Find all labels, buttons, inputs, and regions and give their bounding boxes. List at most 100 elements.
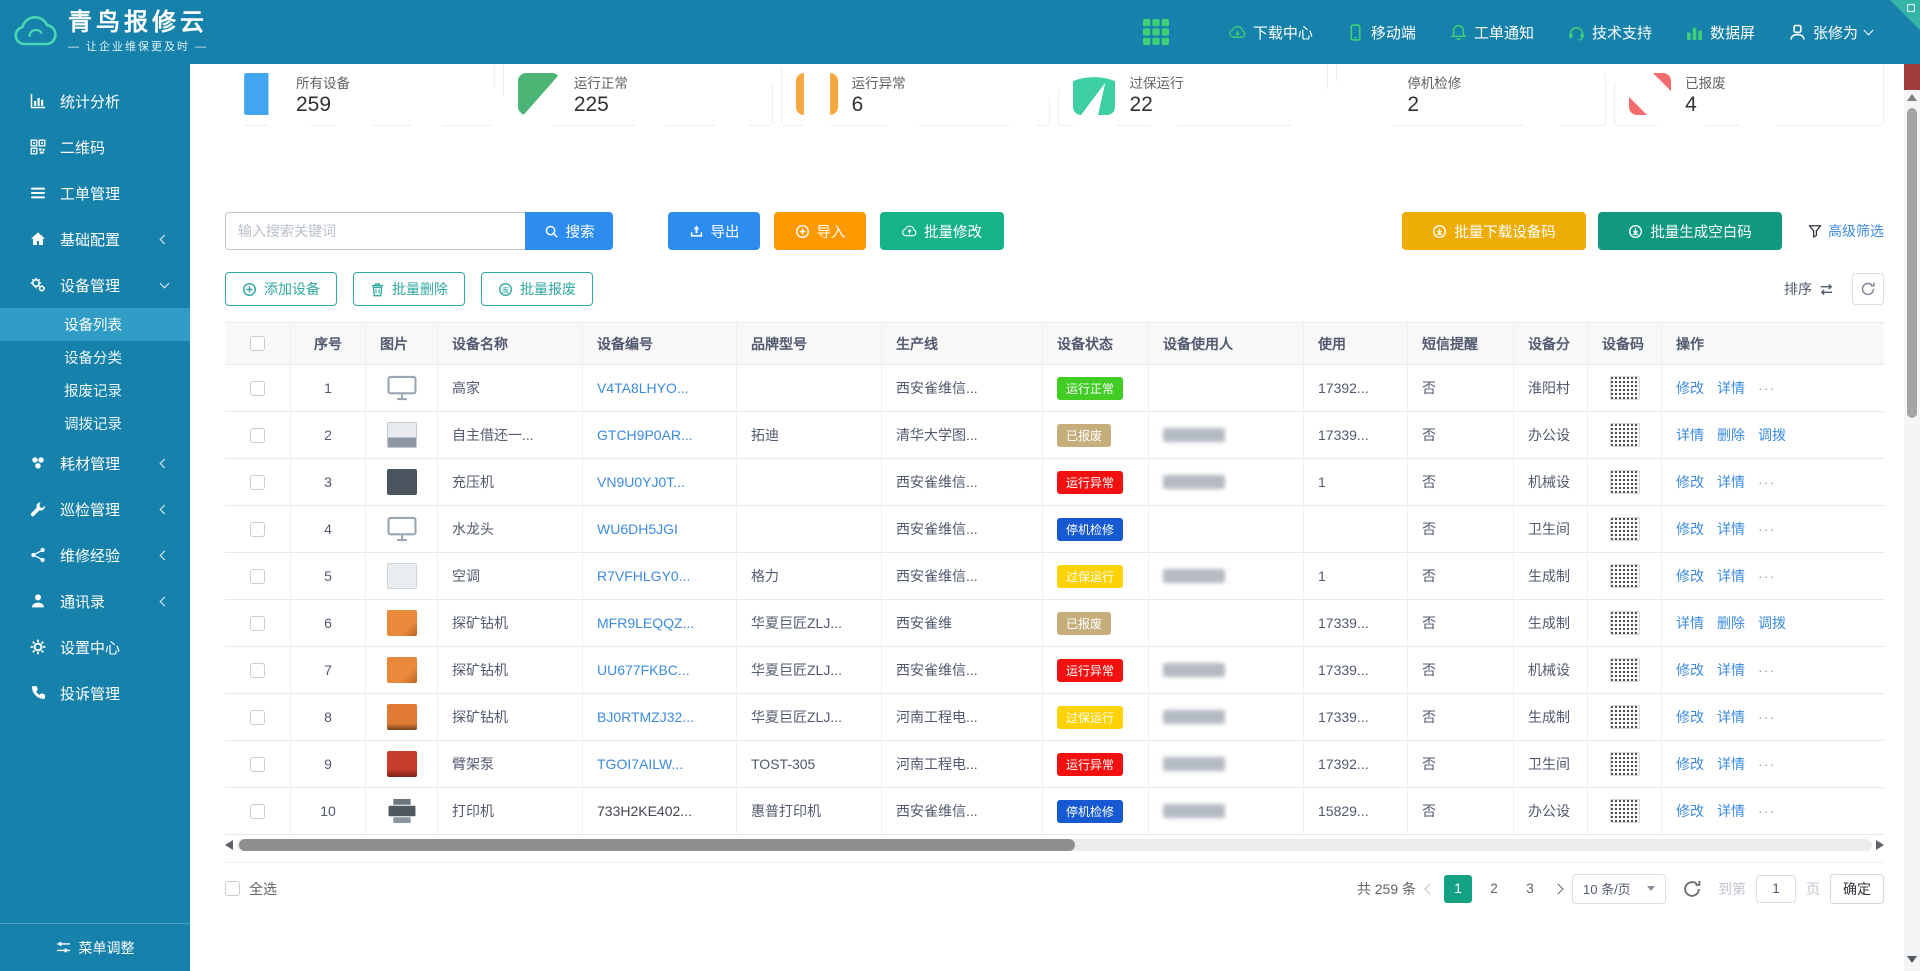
row-checkbox[interactable]	[250, 663, 265, 678]
table-refresh-button[interactable]	[1852, 273, 1884, 305]
action-link[interactable]: 修改	[1676, 660, 1704, 680]
action-link[interactable]: 详情	[1717, 472, 1745, 492]
search-input[interactable]	[225, 212, 525, 250]
device-qr-thumbnail[interactable]	[1610, 423, 1640, 447]
sidebar-subitem-0[interactable]: 设备列表	[0, 308, 190, 341]
device-qr-thumbnail[interactable]	[1610, 752, 1640, 776]
action-link[interactable]: 修改	[1676, 566, 1704, 586]
pager-refresh-icon[interactable]	[1682, 879, 1702, 899]
nav-item-3[interactable]: 技术支持	[1568, 22, 1652, 43]
device-qr-thumbnail[interactable]	[1610, 376, 1640, 400]
row-checkbox[interactable]	[250, 757, 265, 772]
sidebar-item-2[interactable]: 工单管理	[0, 170, 190, 216]
nav-item-0[interactable]: 下载中心	[1229, 22, 1313, 43]
sidebar-item-5[interactable]: 耗材管理	[0, 440, 190, 486]
device-qr-thumbnail[interactable]	[1610, 799, 1640, 823]
row-checkbox[interactable]	[250, 710, 265, 725]
advanced-filter-link[interactable]: 高级筛选	[1808, 221, 1884, 241]
device-code-link[interactable]: VN9U0YJ0T...	[597, 474, 685, 490]
stat-card-5[interactable]: 已报废4	[1614, 62, 1884, 126]
header-checkbox[interactable]	[250, 336, 265, 351]
action-link[interactable]: 调拨	[1758, 613, 1786, 633]
import-button[interactable]: 导入	[774, 212, 866, 250]
export-button[interactable]: 导出	[668, 212, 760, 250]
floating-side-widget[interactable]	[1904, 64, 1920, 90]
row-checkbox[interactable]	[250, 428, 265, 443]
action-link[interactable]: 详情	[1717, 660, 1745, 680]
sidebar-subitem-1[interactable]: 设备分类	[0, 341, 190, 374]
nav-item-5[interactable]: 张修为	[1789, 22, 1872, 43]
more-actions-link[interactable]: ···	[1758, 380, 1775, 396]
more-actions-link[interactable]: ···	[1758, 568, 1775, 584]
device-code-link[interactable]: R7VFHLGY0...	[597, 568, 690, 584]
search-button[interactable]: 搜索	[525, 212, 613, 250]
action-link[interactable]: 删除	[1717, 425, 1745, 445]
action-link[interactable]: 修改	[1676, 378, 1704, 398]
hscroll-right-arrow[interactable]	[1876, 840, 1884, 850]
sidebar-subitem-2[interactable]: 报废记录	[0, 374, 190, 407]
row-checkbox[interactable]	[250, 569, 265, 584]
action-link[interactable]: 详情	[1717, 707, 1745, 727]
sort-control[interactable]: 排序	[1784, 279, 1834, 299]
sidebar-item-6[interactable]: 巡检管理	[0, 486, 190, 532]
action-link[interactable]: 修改	[1676, 801, 1704, 821]
device-code-link[interactable]: WU6DH5JGI	[597, 521, 678, 537]
sidebar-item-10[interactable]: 投诉管理	[0, 670, 190, 716]
select-all-checkbox[interactable]	[225, 881, 240, 896]
action-link[interactable]: 修改	[1676, 707, 1704, 727]
sidebar-item-7[interactable]: 维修经验	[0, 532, 190, 578]
nav-item-2[interactable]: 工单通知	[1450, 22, 1534, 43]
device-code-link[interactable]: GTCH9P0AR...	[597, 427, 693, 443]
device-code-link[interactable]: UU677FKBC...	[597, 662, 690, 678]
action-link[interactable]: 调拨	[1758, 425, 1786, 445]
device-code-link[interactable]: MFR9LEQQZ...	[597, 615, 694, 631]
batch-edit-button[interactable]: 批量修改	[880, 212, 1004, 250]
more-actions-link[interactable]: ···	[1758, 521, 1775, 537]
device-code-link[interactable]: V4TA8LHYO...	[597, 380, 689, 396]
corner-ribbon[interactable]	[1890, 0, 1920, 30]
batch-delete-button[interactable]: 批量删除	[353, 272, 465, 306]
goto-page-input[interactable]	[1756, 875, 1796, 903]
action-link[interactable]: 详情	[1676, 425, 1704, 445]
device-code-link[interactable]: TGOI7AILW...	[597, 756, 683, 772]
next-page-button[interactable]	[1552, 883, 1563, 894]
vscroll-thumb[interactable]	[1907, 108, 1917, 418]
action-link[interactable]: 删除	[1717, 613, 1745, 633]
batch-blank-codes-button[interactable]: 批量生成空白码	[1598, 212, 1782, 250]
action-link[interactable]: 详情	[1717, 519, 1745, 539]
sidebar-item-4[interactable]: 设备管理	[0, 262, 190, 308]
action-link[interactable]: 详情	[1717, 801, 1745, 821]
page-size-select[interactable]: 10 条/页	[1572, 874, 1666, 904]
vscroll-up-arrow[interactable]	[1907, 94, 1917, 101]
action-link[interactable]: 修改	[1676, 519, 1704, 539]
device-qr-thumbnail[interactable]	[1610, 470, 1640, 494]
device-code-link[interactable]: BJ0RTMZJ32...	[597, 709, 694, 725]
row-checkbox[interactable]	[250, 522, 265, 537]
row-checkbox[interactable]	[250, 475, 265, 490]
row-checkbox[interactable]	[250, 616, 265, 631]
sidebar-item-3[interactable]: 基础配置	[0, 216, 190, 262]
row-checkbox[interactable]	[250, 381, 265, 396]
page-button-3[interactable]: 3	[1516, 875, 1544, 903]
more-actions-link[interactable]: ···	[1758, 709, 1775, 725]
more-actions-link[interactable]: ···	[1758, 662, 1775, 678]
apps-grid-icon[interactable]	[1143, 19, 1169, 45]
menu-adjust-button[interactable]: 菜单调整	[0, 923, 190, 971]
sidebar-item-0[interactable]: 统计分析	[0, 78, 190, 124]
device-qr-thumbnail[interactable]	[1610, 517, 1640, 541]
action-link[interactable]: 详情	[1717, 566, 1745, 586]
sidebar-item-9[interactable]: 设置中心	[0, 624, 190, 670]
action-link[interactable]: 详情	[1717, 378, 1745, 398]
prev-page-button[interactable]	[1424, 883, 1435, 894]
nav-item-1[interactable]: 移动端	[1347, 22, 1416, 43]
row-checkbox[interactable]	[250, 804, 265, 819]
sidebar-item-8[interactable]: 通讯录	[0, 578, 190, 624]
action-link[interactable]: 修改	[1676, 472, 1704, 492]
action-link[interactable]: 详情	[1717, 754, 1745, 774]
sidebar-subitem-3[interactable]: 调拨记录	[0, 407, 190, 440]
action-link[interactable]: 详情	[1676, 613, 1704, 633]
device-qr-thumbnail[interactable]	[1610, 658, 1640, 682]
hscroll-thumb[interactable]	[239, 839, 1075, 851]
action-link[interactable]: 修改	[1676, 754, 1704, 774]
goto-confirm-button[interactable]: 确定	[1830, 874, 1884, 904]
